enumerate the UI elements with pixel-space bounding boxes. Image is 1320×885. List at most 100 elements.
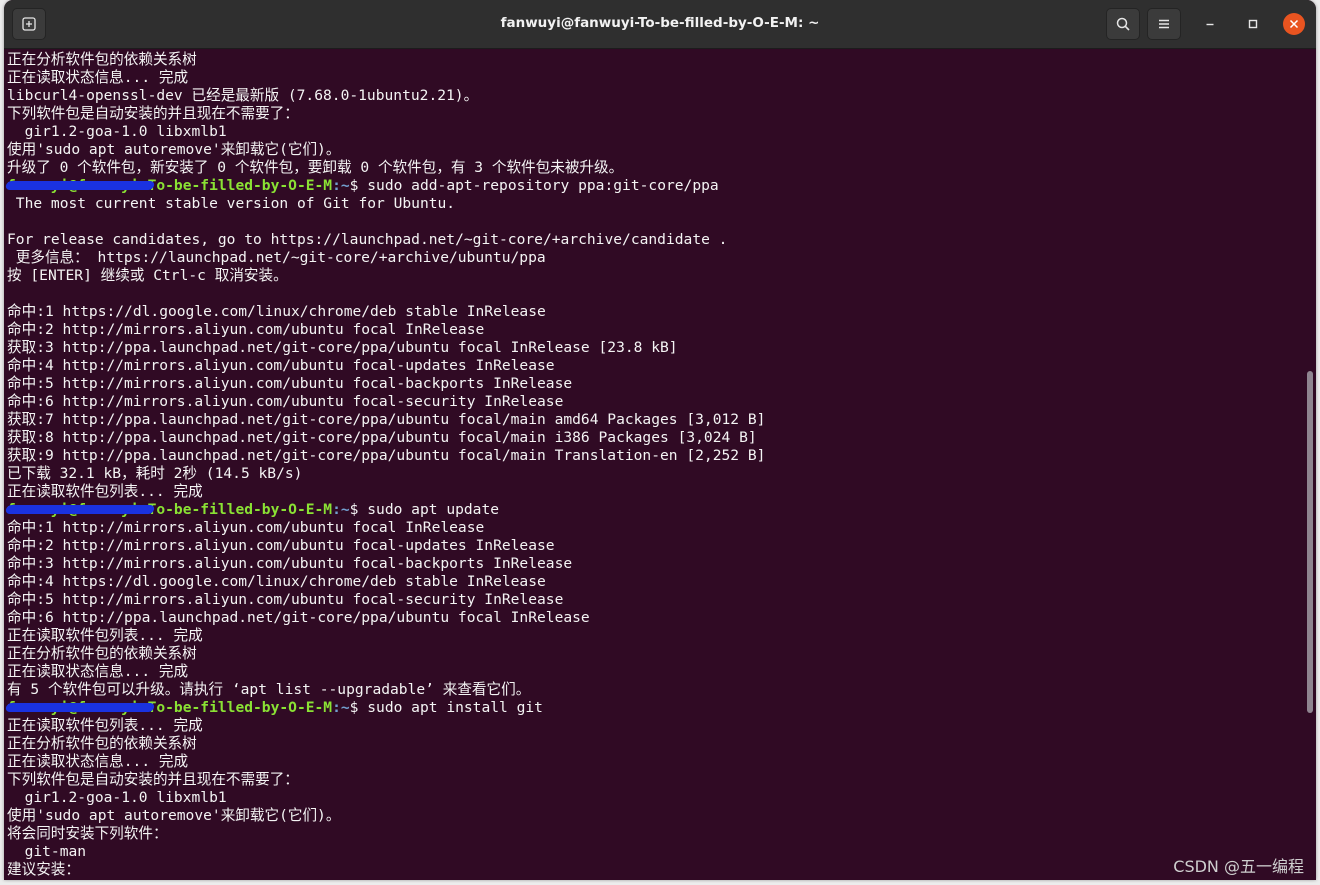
terminal-line-text: 正在分析软件包的依赖关系树 xyxy=(7,645,197,662)
terminal-line-text: 已下载 32.1 kB，耗时 2秒 (14.5 kB/s) xyxy=(7,465,303,482)
terminal-line: 有 5 个软件包可以升级。请执行 ‘apt list --upgradable’… xyxy=(7,681,1304,699)
terminal-line: 命中:4 http://mirrors.aliyun.com/ubuntu fo… xyxy=(7,357,1304,375)
terminal-line-text: 命中:5 http://mirrors.aliyun.com/ubuntu fo… xyxy=(7,375,573,392)
terminal-line: For release candidates, go to https://la… xyxy=(7,231,1304,249)
terminal-line: 获取:8 http://ppa.launchpad.net/git-core/p… xyxy=(7,429,1304,447)
terminal-line-text: 获取:3 http://ppa.launchpad.net/git-core/p… xyxy=(7,339,678,356)
terminal-line-text: 更多信息： https://launchpad.net/~git-core/+a… xyxy=(7,249,546,266)
terminal-line: 命中:5 http://mirrors.aliyun.com/ubuntu fo… xyxy=(7,375,1304,393)
redaction-scribble xyxy=(5,703,155,712)
terminal-line: gir1.2-goa-1.0 libxmlb1 xyxy=(7,789,1304,807)
redaction-scribble xyxy=(5,181,155,190)
terminal-line: 正在分析软件包的依赖关系树 xyxy=(7,645,1304,663)
terminal-line-text: 获取:8 http://ppa.launchpad.net/git-core/p… xyxy=(7,429,757,446)
terminal-line: The most current stable version of Git f… xyxy=(7,195,1304,213)
watermark: CSDN @五一编程 xyxy=(1173,857,1304,876)
terminal-line-text: 命中:1 https://dl.google.com/linux/chrome/… xyxy=(7,303,546,320)
scrollbar-thumb[interactable] xyxy=(1307,371,1313,713)
terminal-line: 下列软件包是自动安装的并且现在不需要了： xyxy=(7,105,1304,123)
terminal-prompt-line: fanwuyi@fanwuyi-To-be-filled-by-O-E-M:~$… xyxy=(5,177,1304,195)
terminal-line-text: 命中:2 http://mirrors.aliyun.com/ubuntu fo… xyxy=(7,537,555,554)
close-icon xyxy=(1289,19,1299,29)
terminal-line: 建议安装： xyxy=(7,861,1304,879)
terminal-line: 按 [ENTER] 继续或 Ctrl-c 取消安装。 xyxy=(7,267,1304,285)
terminal-line: 命中:6 http://ppa.launchpad.net/git-core/p… xyxy=(7,609,1304,627)
command-text: $ sudo apt update xyxy=(349,501,500,518)
terminal-line: 正在分析软件包的依赖关系树 xyxy=(7,735,1304,753)
terminal-line: libcurl4-openssl-dev 已经是最新版 (7.68.0-1ubu… xyxy=(7,87,1304,105)
terminal-line: 命中:6 http://mirrors.aliyun.com/ubuntu fo… xyxy=(7,393,1304,411)
terminal-line-text: gir1.2-goa-1.0 libxmlb1 xyxy=(7,123,227,140)
terminal-line: 获取:9 http://ppa.launchpad.net/git-core/p… xyxy=(7,447,1304,465)
terminal-line: 正在读取状态信息... 完成 xyxy=(7,753,1304,771)
terminal-line-text: 命中:4 https://dl.google.com/linux/chrome/… xyxy=(7,573,546,590)
terminal-line: 更多信息： https://launchpad.net/~git-core/+a… xyxy=(7,249,1304,267)
terminal-line-text: 下列软件包是自动安装的并且现在不需要了： xyxy=(7,105,299,122)
terminal-line-text: 命中:3 http://mirrors.aliyun.com/ubuntu fo… xyxy=(7,555,573,572)
terminal-line-text: 获取:9 http://ppa.launchpad.net/git-core/p… xyxy=(7,447,766,464)
terminal-line-text: 将会同时安装下列软件： xyxy=(7,825,168,842)
terminal-line: 命中:3 http://mirrors.aliyun.com/ubuntu fo… xyxy=(7,555,1304,573)
terminal-line: git-man xyxy=(7,843,1304,861)
search-button[interactable] xyxy=(1106,8,1140,40)
terminal-line-text: 升级了 0 个软件包，新安装了 0 个软件包，要卸载 0 个软件包，有 3 个软… xyxy=(7,159,624,176)
terminal-line-text: 下列软件包是自动安装的并且现在不需要了： xyxy=(7,771,299,788)
terminal-line-text: 使用'sudo apt autoremove'来卸载它(它们)。 xyxy=(7,807,341,824)
terminal-line-text: 命中:6 http://ppa.launchpad.net/git-core/p… xyxy=(7,609,590,626)
terminal-line-text: 使用'sudo apt autoremove'来卸载它(它们)。 xyxy=(7,141,341,158)
terminal-line-text: 命中:6 http://mirrors.aliyun.com/ubuntu fo… xyxy=(7,393,564,410)
minimize-icon xyxy=(1206,23,1214,26)
terminal-line-text: 有 5 个软件包可以升级。请执行 ‘apt list --upgradable’… xyxy=(7,681,531,698)
terminal-line-text: 正在读取状态信息... 完成 xyxy=(7,663,189,680)
terminal-line: 正在读取状态信息... 完成 xyxy=(7,663,1304,681)
command-text: $ sudo add-apt-repository ppa:git-core/p… xyxy=(349,177,719,194)
prompt-path: :~ xyxy=(332,177,350,194)
menu-button[interactable] xyxy=(1147,8,1181,40)
prompt-user: fanwuyi@fanwuyi-To-be-filled-by-O-E-M xyxy=(5,177,333,194)
terminal-line-text: 建议安装： xyxy=(7,861,80,878)
terminal-line: 升级了 0 个软件包，新安装了 0 个软件包，要卸载 0 个软件包，有 3 个软… xyxy=(7,159,1304,177)
terminal-line: 命中:1 http://mirrors.aliyun.com/ubuntu fo… xyxy=(7,519,1304,537)
scrollbar[interactable] xyxy=(1306,49,1314,880)
terminal-prompt-line: fanwuyi@fanwuyi-To-be-filled-by-O-E-M:~$… xyxy=(5,501,1304,519)
redaction-scribble xyxy=(5,505,155,514)
hamburger-menu-icon xyxy=(1159,19,1169,29)
terminal-line-text: 正在读取软件包列表... 完成 xyxy=(7,483,203,500)
terminal-line-text: 正在读取状态信息... 完成 xyxy=(7,753,189,770)
maximize-button[interactable] xyxy=(1242,13,1264,35)
terminal-line: 下列软件包是自动安装的并且现在不需要了： xyxy=(7,771,1304,789)
terminal-line: 已下载 32.1 kB，耗时 2秒 (14.5 kB/s) xyxy=(7,465,1304,483)
maximize-icon xyxy=(1248,19,1258,29)
terminal-line-text: 命中:2 http://mirrors.aliyun.com/ubuntu fo… xyxy=(7,321,485,338)
terminal-line-text: 按 [ENTER] 继续或 Ctrl-c 取消安装。 xyxy=(7,267,288,284)
close-button[interactable] xyxy=(1283,13,1305,35)
terminal-line: gir1.2-goa-1.0 libxmlb1 xyxy=(7,123,1304,141)
command-text: $ sudo apt install git xyxy=(349,699,543,716)
terminal-line-text: 获取:7 http://ppa.launchpad.net/git-core/p… xyxy=(7,411,766,428)
terminal-line-text: git-man xyxy=(7,843,87,860)
terminal-line-text: 正在读取软件包列表... 完成 xyxy=(7,627,203,644)
terminal-line: 命中:1 https://dl.google.com/linux/chrome/… xyxy=(7,303,1304,321)
terminal-window: fanwuyi@fanwuyi-To-be-filled-by-O-E-M: ~ xyxy=(4,0,1316,880)
minimize-button[interactable] xyxy=(1199,13,1221,35)
prompt-path: :~ xyxy=(332,699,350,716)
terminal-prompt-line: fanwuyi@fanwuyi-To-be-filled-by-O-E-M:~$… xyxy=(5,699,1304,717)
terminal-line-text: 正在分析软件包的依赖关系树 xyxy=(7,51,197,68)
terminal-line-text: 正在读取软件包列表... 完成 xyxy=(7,717,203,734)
terminal-line: 命中:4 https://dl.google.com/linux/chrome/… xyxy=(7,573,1304,591)
terminal-line-text: 正在分析软件包的依赖关系树 xyxy=(7,735,197,752)
terminal-line-text: libcurl4-openssl-dev 已经是最新版 (7.68.0-1ubu… xyxy=(7,87,479,104)
terminal-line-text: The most current stable version of Git f… xyxy=(7,195,456,212)
prompt-user: fanwuyi@fanwuyi-To-be-filled-by-O-E-M xyxy=(5,699,333,716)
terminal-line-text: 正在读取状态信息... 完成 xyxy=(7,69,189,86)
prompt-user: fanwuyi@fanwuyi-To-be-filled-by-O-E-M xyxy=(5,501,333,518)
terminal-line: 命中:2 http://mirrors.aliyun.com/ubuntu fo… xyxy=(7,321,1304,339)
terminal-line: 获取:7 http://ppa.launchpad.net/git-core/p… xyxy=(7,411,1304,429)
terminal-line-text: 命中:4 http://mirrors.aliyun.com/ubuntu fo… xyxy=(7,357,555,374)
terminal-line: 正在读取软件包列表... 完成 xyxy=(7,627,1304,645)
terminal-line: 获取:3 http://ppa.launchpad.net/git-core/p… xyxy=(7,339,1304,357)
terminal-line-text: For release candidates, go to https://la… xyxy=(7,231,728,248)
terminal-line-text: 命中:5 http://mirrors.aliyun.com/ubuntu fo… xyxy=(7,591,564,608)
terminal-output[interactable]: 正在分析软件包的依赖关系树 正在读取状态信息... 完成 libcurl4-open… xyxy=(4,49,1304,880)
